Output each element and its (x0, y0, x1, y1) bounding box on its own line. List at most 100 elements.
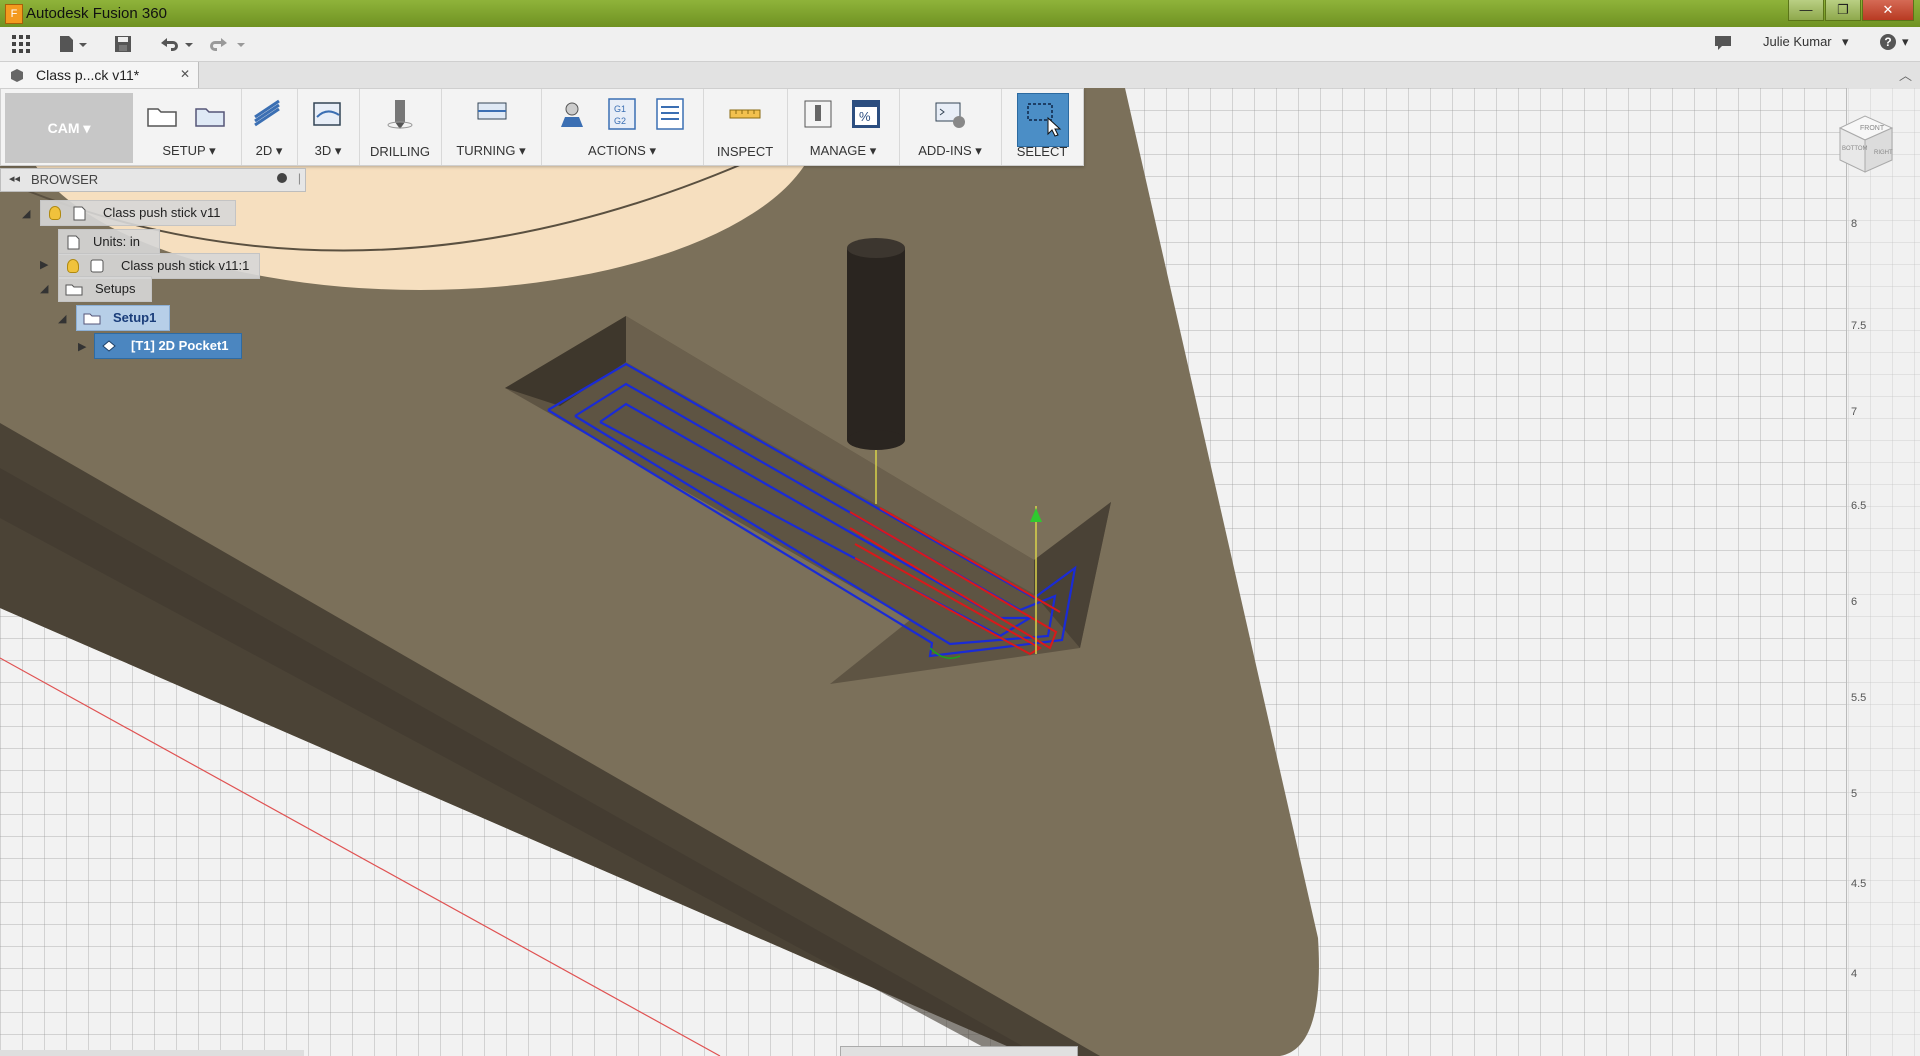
toolbar-group-manage[interactable]: % MANAGE ▾ (787, 89, 900, 165)
browser-pin-icon[interactable] (277, 173, 287, 183)
post-process-icon[interactable]: G1G2 (605, 97, 639, 131)
visibility-bulb-icon[interactable] (67, 259, 79, 273)
drilling-icon[interactable] (383, 97, 417, 131)
toolbar-group-select[interactable]: SELECT (1001, 89, 1083, 165)
simulate-icon[interactable] (555, 97, 589, 131)
viewcube-face-bottom: BOTTOM (1842, 146, 1868, 152)
browser-item-operation[interactable]: [T1] 2D Pocket1 (94, 333, 242, 359)
redo-icon[interactable] (210, 35, 246, 53)
ruler-tick: 5.5 (1851, 692, 1867, 704)
select-label: SELECT (1016, 144, 1068, 159)
stock-folder-icon[interactable] (193, 97, 227, 131)
help-chevron-icon[interactable]: ▾ (1902, 34, 1909, 50)
ruler-tick: 4.5 (1851, 878, 1867, 890)
toolbar-group-3d[interactable]: 3D ▾ (297, 89, 360, 165)
document-tab[interactable]: Class p...ck v11* ✕ (0, 62, 199, 88)
toolbar-group-actions[interactable]: G1 G2 ACTIONS ▾ (541, 89, 704, 165)
browser-item-label: Class push stick v11 (103, 205, 221, 220)
collapse-arrow-icon[interactable]: ◢ (22, 207, 30, 220)
document-tab-label: Class p...ck v11* (36, 67, 140, 83)
save-icon[interactable] (114, 35, 132, 53)
workspace-switcher[interactable]: CAM ▾ (5, 93, 133, 163)
units-document-icon (67, 235, 80, 250)
file-menu-icon[interactable] (58, 35, 88, 53)
setup-folder-icon[interactable] (145, 97, 179, 131)
setups-folder-icon (65, 284, 83, 296)
browser-title: BROWSER (31, 172, 99, 187)
workspace-label: CAM (47, 120, 80, 136)
actions-label: ACTIONS (588, 143, 646, 158)
maximize-button[interactable]: ❐ (1825, 0, 1861, 21)
expand-arrow-icon[interactable]: ▶ (40, 258, 48, 271)
turning-label: TURNING (456, 143, 516, 158)
ruler-tick: 5 (1851, 788, 1858, 800)
viewcube-face-front: FRONT (1860, 125, 1885, 132)
collapse-browser-icon[interactable]: ◂◂ (9, 172, 20, 185)
scripts-addins-icon[interactable] (933, 97, 967, 131)
measure-icon[interactable] (728, 97, 762, 131)
visibility-bulb-icon[interactable] (49, 206, 61, 220)
3d-label: 3D (314, 143, 332, 158)
undo-icon[interactable] (158, 35, 194, 53)
cam-toolbar: CAM ▾ SETUP ▾ 2D ▾ 3D ▾ DRILLING TURNING… (0, 88, 1084, 166)
browser-item-label: Class push stick v11:1 (121, 258, 250, 273)
browser-item-label: Units: in (93, 234, 140, 249)
2d-label: 2D (255, 143, 273, 158)
browser-scrollbar[interactable] (0, 1050, 304, 1056)
minimize-button[interactable]: — (1788, 0, 1824, 21)
toolbar-group-drilling[interactable]: DRILLING (359, 89, 442, 165)
document-tab-bar: Class p...ck v11* ✕ ︿ (0, 62, 1920, 89)
browser-item-units[interactable]: Units: in (58, 229, 160, 255)
ruler-tick: 7 (1851, 406, 1858, 418)
tab-collapse-chevron-icon[interactable]: ︿ (1899, 65, 1912, 84)
toolbar-group-setup[interactable]: SETUP ▾ (137, 89, 242, 165)
ruler-tick: 8 (1851, 218, 1858, 230)
tool-library-icon[interactable] (801, 97, 835, 131)
model-scene[interactable] (0, 88, 1920, 1056)
browser-item-root[interactable]: Class push stick v11 (40, 200, 236, 226)
post-library-icon[interactable]: % (849, 97, 883, 131)
addins-label: ADD-INS (918, 143, 972, 158)
browser-header[interactable]: ◂◂ BROWSER | (0, 168, 306, 192)
2d-toolpath-icon[interactable] (251, 97, 285, 131)
ruler-tick: 7.5 (1851, 320, 1867, 332)
browser-splitter[interactable]: | (298, 171, 301, 185)
collapse-arrow-icon[interactable]: ◢ (40, 282, 48, 295)
help-icon[interactable]: ? (1880, 34, 1896, 50)
browser-item-setup1[interactable]: Setup1 (76, 305, 170, 331)
setup-label: SETUP (162, 143, 206, 158)
browser-item-setups[interactable]: Setups (58, 276, 152, 302)
toolbar-group-addins[interactable]: ADD-INS ▾ (899, 89, 1002, 165)
ruler-tick: 6.5 (1851, 500, 1867, 512)
fusion-app-icon: F (5, 4, 23, 24)
view-cube[interactable]: FRONT RIGHT BOTTOM (1830, 108, 1900, 178)
setup-folder-icon (83, 313, 101, 325)
component-icon (90, 259, 104, 273)
expand-arrow-icon[interactable]: ▶ (78, 340, 86, 353)
window-controls: — ❐ ✕ (1788, 0, 1914, 21)
apps-grid-icon[interactable] (12, 35, 30, 53)
3d-toolpath-icon[interactable] (311, 97, 345, 131)
browser-item-label: Setup1 (113, 310, 157, 325)
toolbar-group-2d[interactable]: 2D ▾ (241, 89, 298, 165)
close-window-button[interactable]: ✕ (1862, 0, 1914, 21)
user-menu[interactable]: Julie Kumar (1763, 34, 1832, 49)
svg-text:%: % (859, 109, 871, 124)
ruler-right: 8 7.5 7 6.5 6 5.5 5 4.5 4 (1846, 88, 1920, 1056)
document-component-icon (73, 206, 86, 221)
toolbar-group-inspect[interactable]: INSPECT (703, 89, 788, 165)
canvas-viewport[interactable]: 8 7.5 7 6.5 6 5.5 5 4.5 4 FRONT RIGHT BO… (0, 88, 1920, 1056)
user-menu-chevron-icon[interactable]: ▾ (1842, 34, 1849, 50)
close-tab-button[interactable]: ✕ (180, 67, 190, 81)
collapse-arrow-icon[interactable]: ◢ (58, 312, 66, 325)
toolbar-group-turning[interactable]: TURNING ▾ (441, 89, 542, 165)
select-button[interactable] (1017, 93, 1069, 147)
comment-icon[interactable] (1714, 35, 1732, 51)
turning-icon[interactable] (475, 97, 509, 131)
title-bar: F Autodesk Fusion 360 — ❐ ✕ (0, 0, 1920, 27)
navigation-bar[interactable] (840, 1046, 1078, 1056)
setup-sheet-icon[interactable] (653, 97, 687, 131)
ruler-tick: 4 (1851, 968, 1858, 980)
inspect-label: INSPECT (716, 144, 774, 159)
browser-item-label: [T1] 2D Pocket1 (131, 338, 229, 353)
